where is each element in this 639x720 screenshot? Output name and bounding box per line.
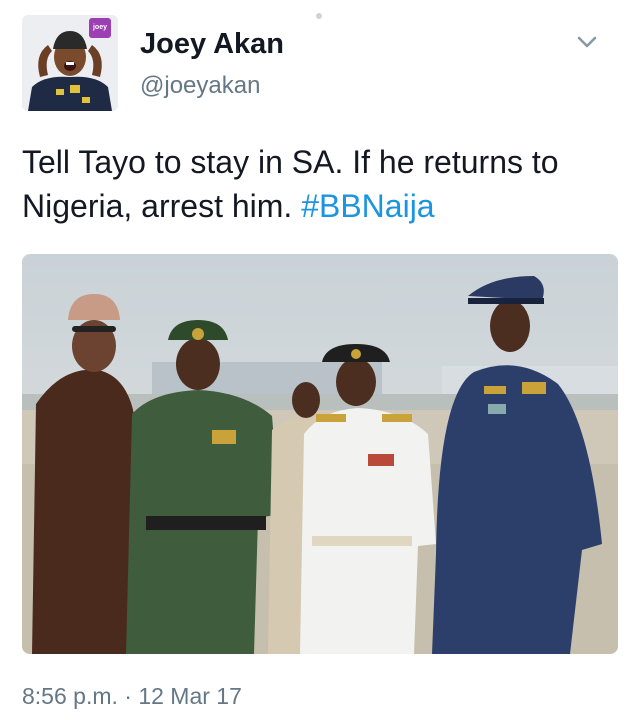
chevron-down-icon[interactable] [572,30,602,54]
tweet-body: Tell Tayo to stay in SA. If he returns t… [22,144,559,224]
tweet-photo[interactable] [22,254,618,654]
hashtag-link[interactable]: #BBNaija [301,188,434,224]
tweet-timestamp[interactable]: 8:56 p.m. · 12 Mar 17 [22,683,242,710]
author-name[interactable]: Joey Akan [140,28,284,61]
indicator-dot [316,13,322,19]
author-handle[interactable]: @joeyakan [140,72,260,100]
avatar[interactable]: joey [22,15,118,111]
photo-scene [22,254,618,654]
avatar-badge: joey [89,18,111,38]
tweet-text: Tell Tayo to stay in SA. If he returns t… [22,140,622,228]
